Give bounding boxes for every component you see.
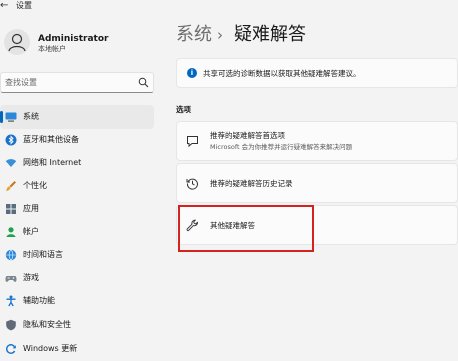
nav-label: 网络和 Internet bbox=[23, 158, 82, 167]
nav-item-network[interactable]: 网络和 Internet bbox=[0, 151, 154, 175]
nav-label: 蓝牙和其他设备 bbox=[23, 135, 79, 144]
active-indicator bbox=[0, 111, 3, 123]
card-description: Microsoft 会为你推荐并运行疑难解答来解决问题 bbox=[210, 143, 353, 151]
search-box[interactable]: 查找设置 bbox=[0, 72, 154, 93]
highlight-box bbox=[178, 205, 314, 252]
account-type: 本地帐户 bbox=[38, 45, 66, 53]
nav-item-windows-update[interactable]: Windows 更新 bbox=[0, 337, 154, 361]
chat-bubble-icon bbox=[187, 136, 198, 148]
nav-label: 帐户 bbox=[23, 227, 39, 236]
nav-label: 系统 bbox=[23, 112, 39, 121]
nav-label: 个性化 bbox=[23, 181, 47, 190]
search-input[interactable]: 查找设置 bbox=[5, 78, 37, 88]
nav-label: 游戏 bbox=[23, 273, 39, 282]
nav-item-personalization[interactable]: 个性化 bbox=[0, 174, 154, 198]
update-icon bbox=[6, 344, 16, 354]
nav-item-accessibility[interactable]: 辅助功能 bbox=[0, 289, 154, 313]
info-icon: i bbox=[187, 68, 197, 78]
title-bar: ← 设置 bbox=[0, 0, 458, 14]
nav-label: 隐私和安全性 bbox=[23, 320, 71, 329]
card-title: 推荐的疑难解答历史记录 bbox=[210, 179, 293, 188]
card-title: 推荐的疑难解答首选项 bbox=[210, 131, 285, 140]
accessibility-icon bbox=[6, 295, 16, 307]
avatar[interactable] bbox=[4, 29, 30, 55]
info-text: 共享可选的诊断数据以获取其他疑难解答建议。 bbox=[203, 69, 361, 78]
nav-item-bluetooth[interactable]: 蓝牙和其他设备 bbox=[0, 128, 154, 152]
nav-item-accounts[interactable]: 帐户 bbox=[0, 220, 154, 244]
nav-item-gaming[interactable]: 游戏 bbox=[0, 266, 154, 290]
bluetooth-icon bbox=[5, 134, 17, 146]
nav-item-time-language[interactable]: 时间和语言 bbox=[0, 243, 154, 267]
apps-icon bbox=[6, 204, 16, 214]
section-title: 选项 bbox=[176, 105, 191, 114]
user-name: Administrator bbox=[38, 34, 109, 44]
history-icon bbox=[186, 178, 198, 190]
nav-label: 辅助功能 bbox=[23, 296, 55, 305]
nav-item-apps[interactable]: 应用 bbox=[0, 197, 154, 221]
user-icon bbox=[8, 33, 26, 52]
shield-icon bbox=[6, 319, 16, 331]
brush-icon bbox=[6, 181, 16, 191]
nav-label: 时间和语言 bbox=[23, 250, 63, 259]
search-icon[interactable] bbox=[138, 77, 149, 88]
page-title: 疑难解答 bbox=[234, 24, 306, 45]
card-recommended-preferences[interactable]: 推荐的疑难解答首选项 Microsoft 会为你推荐并运行疑难解答来解决问题 bbox=[176, 121, 458, 161]
gamepad-icon bbox=[5, 276, 17, 282]
system-icon bbox=[5, 112, 17, 122]
window-title: 设置 bbox=[16, 1, 32, 10]
back-arrow-icon[interactable]: ← bbox=[0, 0, 8, 12]
breadcrumb-parent[interactable]: 系统 bbox=[176, 24, 212, 46]
account-icon bbox=[6, 227, 16, 237]
info-banner[interactable]: i 共享可选的诊断数据以获取其他疑难解答建议。 bbox=[176, 58, 458, 88]
nav-label: Windows 更新 bbox=[23, 344, 78, 353]
nav-item-system[interactable]: 系统 bbox=[0, 105, 154, 129]
breadcrumb-separator-icon: › bbox=[217, 26, 223, 44]
globe-clock-icon bbox=[5, 249, 17, 261]
wifi-icon bbox=[5, 159, 17, 167]
nav-label: 应用 bbox=[23, 204, 39, 213]
card-recommended-history[interactable]: 推荐的疑难解答历史记录 bbox=[176, 163, 458, 203]
nav-item-privacy[interactable]: 隐私和安全性 bbox=[0, 313, 154, 337]
